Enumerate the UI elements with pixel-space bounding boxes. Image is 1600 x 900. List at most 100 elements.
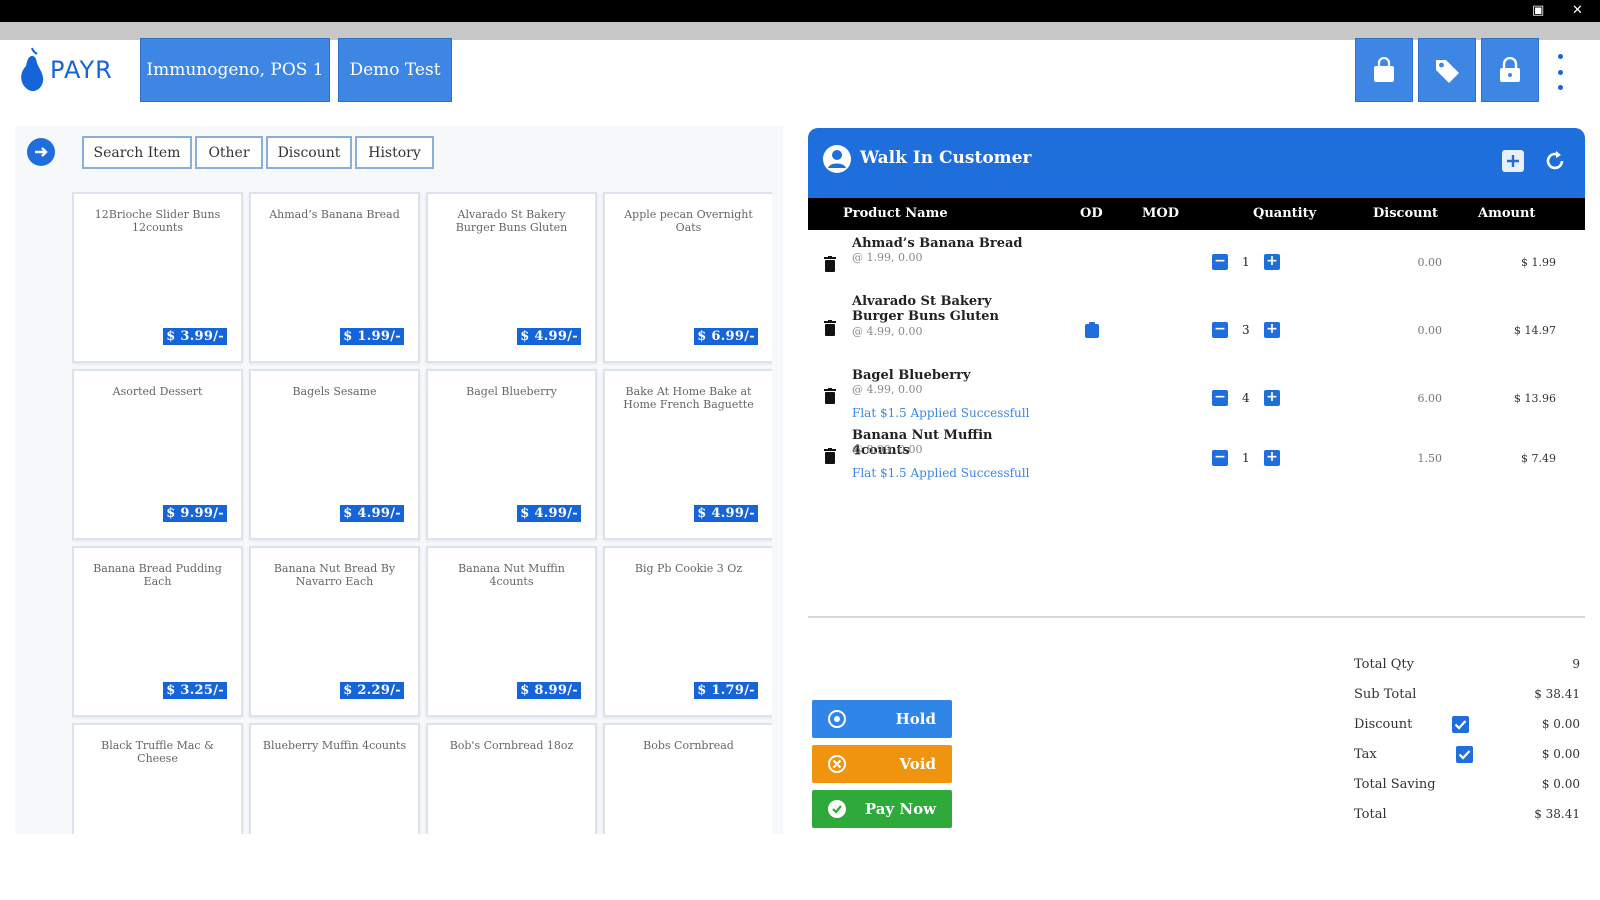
product-card[interactable]: 12Brioche Slider Buns 12counts $ 3.99/- <box>72 192 243 363</box>
product-card[interactable]: Bagel Blueberry $ 4.99/- <box>426 369 597 540</box>
product-price: $ 4.99/- <box>694 505 758 522</box>
trash-icon[interactable] <box>824 448 836 464</box>
total-qty-label: Total Qty <box>1354 657 1414 672</box>
cart-item-qty[interactable]: 1 <box>1242 451 1250 465</box>
cart-item-discount: 0.00 <box>1417 324 1443 337</box>
void-button[interactable]: Void <box>812 745 952 783</box>
product-card[interactable]: Bobs Cornbread <box>603 723 772 834</box>
col-mod: MOD <box>1142 206 1179 221</box>
product-card[interactable]: Apple pecan Overnight Oats $ 6.99/- <box>603 192 772 363</box>
cart-table-header: Product Name OD MOD Quantity Discount Am… <box>808 198 1585 230</box>
cart-row: Bagel Blueberry @ 4.99, 0.00 − 4 + 6.00 … <box>808 368 1585 428</box>
tax-label: Tax <box>1354 747 1377 762</box>
discount-value: $ 0.00 <box>1541 717 1580 731</box>
hold-button[interactable]: Hold <box>812 700 952 738</box>
qty-increase-button[interactable]: + <box>1264 322 1280 338</box>
tab-history[interactable]: History <box>355 136 434 169</box>
bag-icon <box>1374 57 1394 82</box>
product-price: $ 9.99/- <box>163 505 227 522</box>
col-product-name: Product Name <box>843 206 948 221</box>
tab-other[interactable]: Other <box>195 136 263 169</box>
product-name: Black Truffle Mac & Cheese <box>101 739 214 765</box>
product-name: Bobs Cornbread <box>643 739 734 752</box>
arrow-right-icon <box>35 147 48 157</box>
trash-icon[interactable] <box>824 320 836 336</box>
close-icon[interactable]: ✕ <box>1572 3 1583 18</box>
cart-item-name: Alvarado St Bakery Burger Buns Gluten <box>852 294 999 324</box>
check-circle-icon <box>828 800 846 818</box>
product-card[interactable]: Banana Bread Pudding Each $ 3.25/- <box>72 546 243 717</box>
trash-icon[interactable] <box>824 256 836 272</box>
hold-label: Hold <box>895 710 936 728</box>
payr-logo: PAYR <box>18 46 113 94</box>
tab-discount[interactable]: Discount <box>266 136 352 169</box>
refresh-icon[interactable] <box>1542 148 1568 174</box>
checkmark-icon <box>1454 720 1467 730</box>
product-card[interactable]: Bake At Home Bake at Home French Baguett… <box>603 369 772 540</box>
tab-search-item[interactable]: Search Item <box>82 136 192 169</box>
col-od: OD <box>1080 206 1103 221</box>
lock-screen-button[interactable] <box>1481 38 1539 102</box>
trash-icon[interactable] <box>824 388 836 404</box>
qty-decrease-button[interactable]: − <box>1212 254 1228 270</box>
customer-name[interactable]: Walk In Customer <box>860 148 1031 168</box>
product-name: 12Brioche Slider Buns 12counts <box>94 208 221 234</box>
pay-now-label: Pay Now <box>864 800 936 818</box>
product-card[interactable]: Alvarado St Bakery Burger Buns Gluten $ 4… <box>426 192 597 363</box>
col-quantity: Quantity <box>1253 206 1317 221</box>
add-customer-icon[interactable] <box>1500 148 1526 174</box>
product-panel: Search Item Other Discount History 12Bri… <box>15 126 783 834</box>
product-card[interactable]: Blueberry Muffin 4counts <box>249 723 420 834</box>
user-button[interactable]: Demo Test <box>338 38 452 102</box>
product-card[interactable]: Banana Nut Bread By Navarro Each $ 2.29/- <box>249 546 420 717</box>
product-card[interactable]: Bagels Sesame $ 4.99/- <box>249 369 420 540</box>
orders-button[interactable] <box>1355 38 1413 102</box>
customer-avatar-icon[interactable] <box>822 144 852 174</box>
cart-item-qty[interactable]: 1 <box>1242 255 1250 269</box>
qty-increase-button[interactable]: + <box>1264 254 1280 270</box>
product-card[interactable]: Black Truffle Mac & Cheese <box>72 723 243 834</box>
cart-row: Banana Nut Muffin 4counts @ 8.99, 0.00 −… <box>808 428 1585 488</box>
product-card[interactable]: Banana Nut Muffin 4counts $ 8.99/- <box>426 546 597 717</box>
sub-total-value: $ 38.41 <box>1534 687 1580 701</box>
cart-item-amount: $ 13.96 <box>1514 392 1556 405</box>
cart-item-discount: 1.50 <box>1417 452 1443 465</box>
qty-increase-button[interactable]: + <box>1264 450 1280 466</box>
promotions-button[interactable] <box>1418 38 1476 102</box>
product-name: Bob's Cornbread 18oz <box>449 739 574 752</box>
product-name: Banana Nut Muffin 4counts <box>458 562 565 588</box>
void-icon <box>828 755 846 773</box>
product-card[interactable]: Bob's Cornbread 18oz <box>426 723 597 834</box>
forward-arrow-button[interactable] <box>27 138 55 166</box>
product-card[interactable]: Asorted Dessert $ 9.99/- <box>72 369 243 540</box>
discount-checkbox[interactable] <box>1452 716 1469 733</box>
cart-item-unit-price: @ 8.99, 0.00 <box>852 443 923 456</box>
col-discount: Discount <box>1373 206 1439 221</box>
customer-bar: Walk In Customer <box>808 128 1585 198</box>
store-select-button[interactable]: Immunogeno, POS 1 <box>140 38 330 102</box>
cart-item-qty[interactable]: 4 <box>1242 391 1250 405</box>
product-name: Blueberry Muffin 4counts <box>262 739 407 752</box>
cart-item-qty[interactable]: 3 <box>1242 323 1250 337</box>
hold-icon <box>828 710 846 728</box>
qty-decrease-button[interactable]: − <box>1212 390 1228 406</box>
kebab-menu-icon[interactable] <box>1552 54 1568 90</box>
product-card[interactable]: Ahmad’s Banana Bread $ 1.99/- <box>249 192 420 363</box>
total-saving-label: Total Saving <box>1354 777 1436 792</box>
cart-item-amount: $ 14.97 <box>1514 324 1556 337</box>
product-card[interactable]: Big Pb Cookie 3 Oz $ 1.79/- <box>603 546 772 717</box>
pay-now-button[interactable]: Pay Now <box>812 790 952 828</box>
qty-decrease-button[interactable]: − <box>1212 322 1228 338</box>
cart-item-name: Ahmad’s Banana Bread <box>852 236 1023 251</box>
qty-increase-button[interactable]: + <box>1264 390 1280 406</box>
tax-checkbox[interactable] <box>1456 746 1473 763</box>
window-titlebar: ▣ ✕ <box>0 0 1600 22</box>
total-qty-value: 9 <box>1572 657 1580 671</box>
product-name: Big Pb Cookie 3 Oz <box>634 562 743 575</box>
product-name: Asorted Dessert <box>112 385 203 398</box>
cart-item-amount: $ 1.99 <box>1521 256 1556 269</box>
col-amount: Amount <box>1478 206 1536 221</box>
qty-decrease-button[interactable]: − <box>1212 450 1228 466</box>
restore-icon[interactable]: ▣ <box>1532 3 1544 18</box>
clipboard-icon[interactable] <box>1085 322 1099 338</box>
